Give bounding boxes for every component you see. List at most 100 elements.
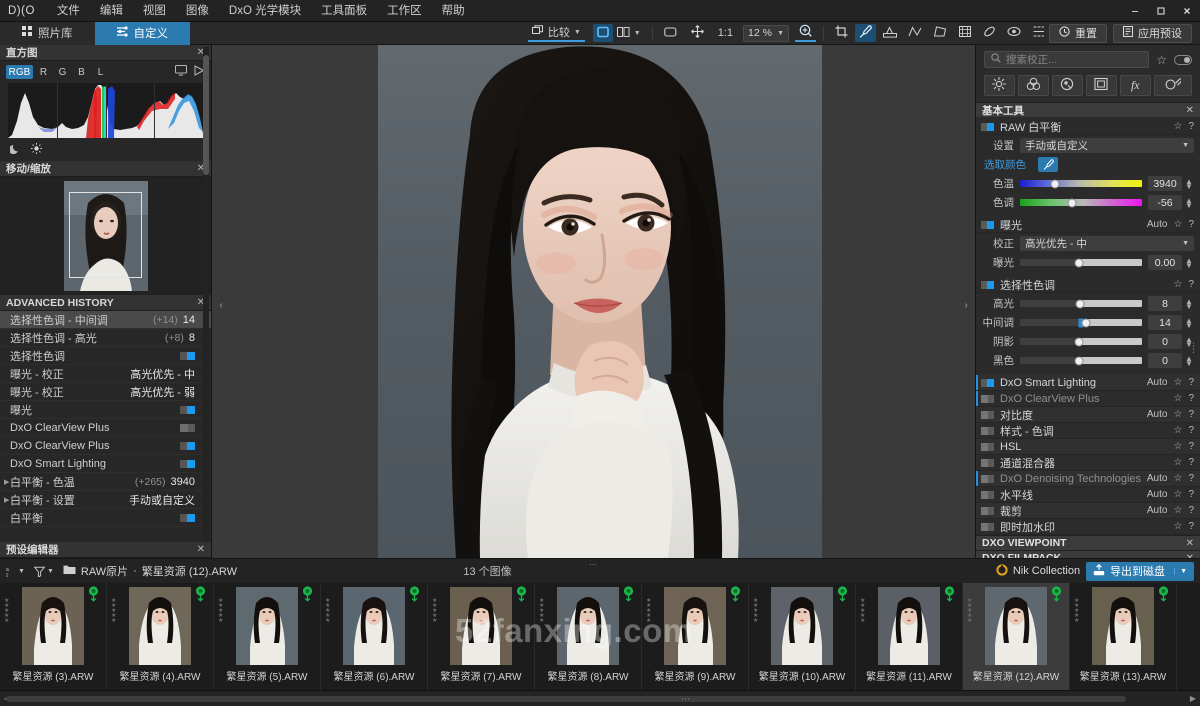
menu-edit[interactable]: 编辑 xyxy=(90,0,133,22)
selective-tone-value[interactable]: 14 xyxy=(1148,315,1182,330)
history-row[interactable]: 选择性色调 - 中间调 (+14) 14 xyxy=(0,311,211,329)
wb-tint-knob[interactable] xyxy=(1067,198,1077,207)
selective-tone-header[interactable]: 选择性色调 ☆ ? xyxy=(976,277,1200,293)
crop-tool-button[interactable] xyxy=(831,24,852,42)
menu-workspace[interactable]: 工作区 xyxy=(377,0,432,22)
tool-row[interactable]: 裁剪 Auto ☆? xyxy=(976,503,1200,519)
geometry-category-button[interactable] xyxy=(1085,75,1117,96)
exposure-slider[interactable] xyxy=(1020,258,1142,267)
rating-stars[interactable]: ★ ★ ★ ★ ★ xyxy=(111,598,116,624)
filmstrip-item[interactable]: 繁星资源 (12).ARW ★ ★ ★ ★ ★ xyxy=(963,583,1070,690)
history-row-toggle[interactable] xyxy=(180,459,195,468)
selective-tone-knob[interactable] xyxy=(1081,318,1091,327)
rating-stars[interactable]: ★ ★ ★ ★ ★ xyxy=(646,598,651,624)
selective-tone-value[interactable]: 8 xyxy=(1148,296,1182,311)
channel-tab-l[interactable]: L xyxy=(92,65,109,79)
perspective-tool-button[interactable] xyxy=(879,24,901,42)
menu-help[interactable]: 帮助 xyxy=(432,0,475,22)
help-icon-exp[interactable]: ? xyxy=(1188,219,1194,230)
selective-tone-value[interactable]: 0 xyxy=(1148,334,1182,349)
color-category-button[interactable] xyxy=(1017,75,1049,96)
toggle-all-corrections-icon[interactable] xyxy=(1174,54,1192,65)
close-icon[interactable] xyxy=(1174,0,1200,22)
light-category-button[interactable] xyxy=(984,75,1015,96)
horizon-tool-button[interactable] xyxy=(904,24,926,42)
zoom-1-1-button[interactable]: 1:1 xyxy=(714,24,737,42)
help-icon[interactable]: ? xyxy=(1188,489,1194,500)
wb-tint-slider[interactable] xyxy=(1020,198,1142,207)
help-icon[interactable]: ? xyxy=(1188,473,1194,484)
tool-row-toggle[interactable] xyxy=(981,394,994,403)
history-row[interactable]: DxO ClearView Plus xyxy=(0,419,211,437)
tool-row-auto[interactable]: Auto xyxy=(1147,409,1168,420)
favorite-star-icon[interactable]: ☆ xyxy=(1173,393,1182,404)
filmstrip-item[interactable]: 繁星资源 (11).ARW ★ ★ ★ ★ ★ xyxy=(856,583,963,690)
selective-tone-knob[interactable] xyxy=(1075,299,1085,308)
channel-tab-r[interactable]: R xyxy=(35,65,52,79)
breadcrumb-folder[interactable]: RAW原片 xyxy=(81,563,128,579)
tool-row[interactable]: DxO Smart Lighting Auto ☆? xyxy=(976,375,1200,391)
history-row-toggle[interactable] xyxy=(180,351,195,360)
pan-button[interactable] xyxy=(687,24,708,42)
tool-row[interactable]: DxO Denoising Technologies Auto ☆? xyxy=(976,471,1200,487)
menu-tool-panel[interactable]: 工具面板 xyxy=(311,0,377,22)
filmstrip-thumbnail[interactable] xyxy=(236,587,298,665)
history-row[interactable]: ▶ 白平衡 - 色温 (+265) 3940 xyxy=(0,473,211,491)
filmstrip-thumbnail[interactable] xyxy=(343,587,405,665)
wb-tint-value[interactable]: -56 xyxy=(1148,195,1182,210)
tool-row-auto[interactable]: Auto xyxy=(1147,505,1168,516)
history-scrollbar[interactable] xyxy=(203,47,209,556)
image-canvas[interactable]: ‹ › xyxy=(212,45,975,558)
help-icon[interactable]: ? xyxy=(1188,425,1194,436)
sort-icon[interactable]: az ▼ xyxy=(6,566,25,577)
filmstrip-item[interactable]: 繁星资源 (8).ARW ★ ★ ★ ★ ★ xyxy=(535,583,642,690)
collapse-right-panel-handle[interactable]: › xyxy=(961,295,971,315)
help-icon[interactable]: ? xyxy=(1188,521,1194,532)
help-icon[interactable]: ? xyxy=(1188,393,1194,404)
rating-stars[interactable]: ★ ★ ★ ★ ★ xyxy=(539,598,544,624)
detail-category-button[interactable] xyxy=(1051,75,1083,96)
favorite-star-icon[interactable]: ☆ xyxy=(1173,377,1182,388)
white-balance-picker-button[interactable] xyxy=(855,24,876,42)
favorite-star-icon[interactable]: ☆ xyxy=(1173,473,1182,484)
filmstrip-thumbnail[interactable] xyxy=(878,587,940,665)
export-dropdown-caret[interactable]: ▼ xyxy=(1174,567,1187,575)
tool-row[interactable]: 水平线 Auto ☆? xyxy=(976,487,1200,503)
selective-tone-stepper[interactable]: ▲ ▼ xyxy=(1184,297,1194,310)
tool-row-toggle[interactable] xyxy=(981,410,994,419)
rating-stars[interactable]: ★ ★ ★ ★ ★ xyxy=(218,598,223,624)
history-row-toggle[interactable] xyxy=(180,441,195,450)
filmstrip-thumbnail[interactable] xyxy=(557,587,619,665)
close-icon-preset-editor[interactable]: ✕ xyxy=(197,544,205,555)
selective-tone-value[interactable]: 0 xyxy=(1148,353,1182,368)
history-row[interactable]: 选择性色调 - 高光 (+8) 8 xyxy=(0,329,211,347)
zoom-in-button[interactable] xyxy=(795,24,816,42)
tool-row-toggle[interactable] xyxy=(981,378,994,387)
filmstrip-item[interactable]: 繁星资源 (5).ARW ★ ★ ★ ★ ★ xyxy=(214,583,321,690)
selective-tone-slider[interactable] xyxy=(1020,356,1142,365)
channel-tab-g[interactable]: G xyxy=(54,65,71,79)
help-icon[interactable]: ? xyxy=(1188,505,1194,516)
favorite-star-icon[interactable]: ☆ xyxy=(1173,505,1182,516)
rating-stars[interactable]: ★ ★ ★ ★ ★ xyxy=(1074,598,1079,624)
selective-tone-knob[interactable] xyxy=(1074,337,1084,346)
zoom-level-select[interactable]: 12 % ▼ xyxy=(743,24,789,42)
more-options-button[interactable] xyxy=(1028,24,1049,42)
expand-arrow-icon[interactable]: ▶ xyxy=(4,496,9,504)
favorite-star-icon[interactable]: ☆ xyxy=(1173,457,1182,468)
rating-stars[interactable]: ★ ★ ★ ★ ★ xyxy=(325,598,330,624)
rating-stars[interactable]: ★ ★ ★ ★ ★ xyxy=(967,598,972,624)
history-scrollbar-thumb[interactable] xyxy=(203,55,209,175)
selective-tone-slider[interactable] xyxy=(1020,299,1142,308)
wb-setting-select[interactable]: 手动或自定义 ▼ xyxy=(1020,138,1194,153)
filmstrip-item[interactable]: 繁星资源 (13).ARW ★ ★ ★ ★ ★ xyxy=(1070,583,1177,690)
keystone-tool-button[interactable] xyxy=(929,24,951,42)
exposure-correction-select[interactable]: 高光优先 - 中 ▼ xyxy=(1020,236,1194,251)
tab-photo-library[interactable]: 照片库 xyxy=(0,21,95,45)
tab-customize[interactable]: 自定义 xyxy=(94,21,190,45)
search-input[interactable] xyxy=(1006,53,1143,66)
favorite-star-icon[interactable]: ☆ xyxy=(1156,53,1167,67)
tool-row-auto[interactable]: Auto xyxy=(1147,377,1168,388)
menu-view[interactable]: 视图 xyxy=(133,0,176,22)
selective-tone-slider[interactable] xyxy=(1020,318,1142,327)
